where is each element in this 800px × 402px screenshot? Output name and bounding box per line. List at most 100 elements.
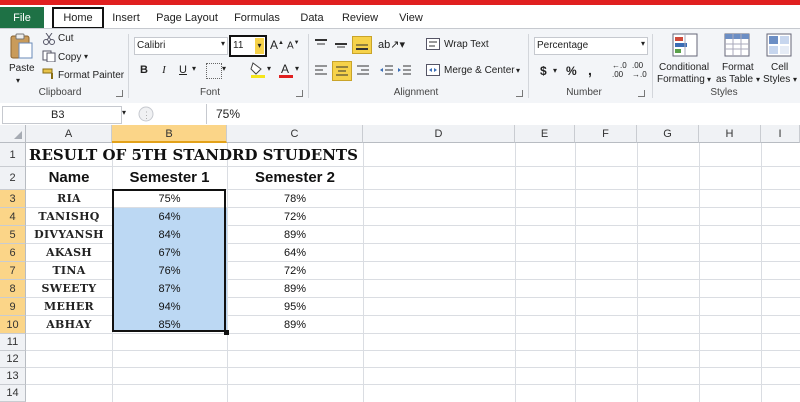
chevron-down-icon[interactable]: ▾ xyxy=(255,38,264,54)
decrease-indent-icon[interactable] xyxy=(380,63,394,77)
align-top-icon[interactable] xyxy=(314,38,328,50)
chevron-down-icon[interactable]: ▾ xyxy=(221,39,225,48)
tab-page-layout[interactable]: Page Layout xyxy=(156,7,218,29)
format-as-table-icon[interactable] xyxy=(724,33,750,57)
column-header-a[interactable]: A xyxy=(26,125,112,143)
format-painter-button[interactable]: Format Painter xyxy=(58,70,124,81)
comma-button[interactable]: , xyxy=(588,62,592,78)
underline-dropdown-icon[interactable]: ▾ xyxy=(192,64,196,73)
student-name-cell[interactable]: AKASH xyxy=(26,246,112,259)
row-header-2[interactable]: 2 xyxy=(0,167,26,190)
paste-button-label[interactable]: Paste xyxy=(9,63,35,74)
semester-2-cell[interactable]: 72% xyxy=(227,211,363,223)
row-header-11[interactable]: 11 xyxy=(0,334,26,351)
cell-styles-icon[interactable] xyxy=(766,33,792,57)
cell-styles-label-2[interactable]: Styles xyxy=(763,74,790,85)
column-header-c[interactable]: C xyxy=(227,125,363,143)
align-center-icon[interactable] xyxy=(332,61,352,81)
row-header-7[interactable]: 7 xyxy=(0,262,26,280)
format-as-table-label-1[interactable]: Format xyxy=(722,62,754,73)
align-bottom-icon[interactable] xyxy=(352,36,372,54)
borders-dropdown-icon[interactable]: ▾ xyxy=(222,64,226,73)
header-name-cell[interactable]: Name xyxy=(26,167,112,189)
semester-2-cell[interactable]: 89% xyxy=(227,319,363,331)
percent-button[interactable]: % xyxy=(566,64,577,78)
copy-dropdown-arrow-icon[interactable]: ▾ xyxy=(84,52,88,61)
merge-center-icon[interactable] xyxy=(426,64,440,76)
column-header-b[interactable]: B xyxy=(112,125,227,143)
column-header-d[interactable]: D xyxy=(363,125,515,143)
row-header-9[interactable]: 9 xyxy=(0,298,26,316)
align-left-icon[interactable] xyxy=(314,63,328,77)
row-header-3[interactable]: 3 xyxy=(0,190,26,208)
tab-home[interactable]: Home xyxy=(52,7,104,29)
column-header-i[interactable]: I xyxy=(761,125,800,143)
tab-formulas[interactable]: Formulas xyxy=(232,7,282,29)
column-header-e[interactable]: E xyxy=(515,125,575,143)
number-launcher-icon[interactable] xyxy=(638,90,645,97)
conditional-formatting-label-1[interactable]: Conditional xyxy=(659,62,709,73)
chevron-down-icon[interactable]: ▾ xyxy=(641,39,645,48)
select-all-button[interactable] xyxy=(0,125,26,143)
merge-dropdown-icon[interactable]: ▾ xyxy=(516,66,520,75)
semester-2-cell[interactable]: 78% xyxy=(227,193,363,205)
tab-view[interactable]: View xyxy=(396,7,426,29)
sheet-title-cell[interactable]: RESULT OF 5TH STANDRD STUDENTS xyxy=(29,144,358,166)
font-name-select[interactable]: Calibri ▾ xyxy=(134,37,228,55)
underline-button[interactable]: U xyxy=(175,62,191,78)
student-name-cell[interactable]: ABHAY xyxy=(26,318,112,331)
paste-dropdown-arrow-icon[interactable]: ▾ xyxy=(16,76,20,85)
student-name-cell[interactable]: DIVYANSH xyxy=(26,228,112,241)
cell-styles-label-1[interactable]: Cell xyxy=(771,62,788,73)
semester-2-cell[interactable]: 89% xyxy=(227,283,363,295)
cell-styles-dropdown-icon[interactable]: ▾ xyxy=(793,75,797,84)
semester-2-cell[interactable]: 72% xyxy=(227,265,363,277)
decrease-decimal-icon[interactable]: .00 →.0 xyxy=(632,61,647,79)
row-header-8[interactable]: 8 xyxy=(0,280,26,298)
header-semester-2-cell[interactable]: Semester 2 xyxy=(227,167,363,189)
header-semester-1-cell[interactable]: Semester 1 xyxy=(112,167,227,189)
bold-button[interactable]: B xyxy=(136,62,152,78)
conditional-formatting-label-2[interactable]: Formatting xyxy=(657,74,705,85)
tab-file[interactable]: File xyxy=(0,7,44,29)
decrease-font-icon[interactable]: A▼ xyxy=(287,40,300,51)
name-box-dropdown-icon[interactable]: ▾ xyxy=(122,108,126,117)
align-right-icon[interactable] xyxy=(356,63,370,77)
semester-2-cell[interactable]: 64% xyxy=(227,247,363,259)
student-name-cell[interactable]: MEHER xyxy=(26,300,112,313)
row-header-14[interactable]: 14 xyxy=(0,385,26,402)
tab-review[interactable]: Review xyxy=(340,7,380,29)
row-header-10[interactable]: 10 xyxy=(0,316,26,334)
currency-dropdown-icon[interactable]: ▾ xyxy=(553,66,557,75)
wrap-text-button[interactable]: Wrap Text xyxy=(444,39,489,50)
column-header-g[interactable]: G xyxy=(637,125,699,143)
paste-icon[interactable] xyxy=(8,32,34,60)
increase-indent-icon[interactable] xyxy=(398,63,412,77)
row-header-1[interactable]: 1 xyxy=(0,143,26,167)
orientation-icon[interactable]: ab↗▾ xyxy=(378,38,405,51)
cut-button[interactable]: Cut xyxy=(58,33,74,44)
fill-color-icon[interactable] xyxy=(250,61,266,79)
fill-handle[interactable] xyxy=(224,330,229,335)
row-header-13[interactable]: 13 xyxy=(0,368,26,385)
student-name-cell[interactable]: TANISHQ xyxy=(26,210,112,223)
alignment-launcher-icon[interactable] xyxy=(516,90,523,97)
font-launcher-icon[interactable] xyxy=(296,90,303,97)
name-box[interactable]: B3 xyxy=(2,106,122,124)
copy-button[interactable]: Copy xyxy=(58,52,81,63)
conditional-formatting-icon[interactable] xyxy=(672,33,698,57)
column-header-h[interactable]: H xyxy=(699,125,761,143)
tab-data[interactable]: Data xyxy=(298,7,326,29)
clipboard-launcher-icon[interactable] xyxy=(116,90,123,97)
align-middle-icon[interactable] xyxy=(334,38,348,50)
format-table-dropdown-icon[interactable]: ▾ xyxy=(756,75,760,84)
fill-color-dropdown-icon[interactable]: ▾ xyxy=(267,64,271,73)
font-color-dropdown-icon[interactable]: ▾ xyxy=(295,64,299,73)
column-header-f[interactable]: F xyxy=(575,125,637,143)
student-name-cell[interactable]: RIA xyxy=(26,192,112,205)
row-header-6[interactable]: 6 xyxy=(0,244,26,262)
wrap-text-icon[interactable] xyxy=(426,38,440,50)
increase-font-icon[interactable]: A▲ xyxy=(270,38,284,52)
row-header-4[interactable]: 4 xyxy=(0,208,26,226)
merge-center-button[interactable]: Merge & Center xyxy=(444,65,515,76)
